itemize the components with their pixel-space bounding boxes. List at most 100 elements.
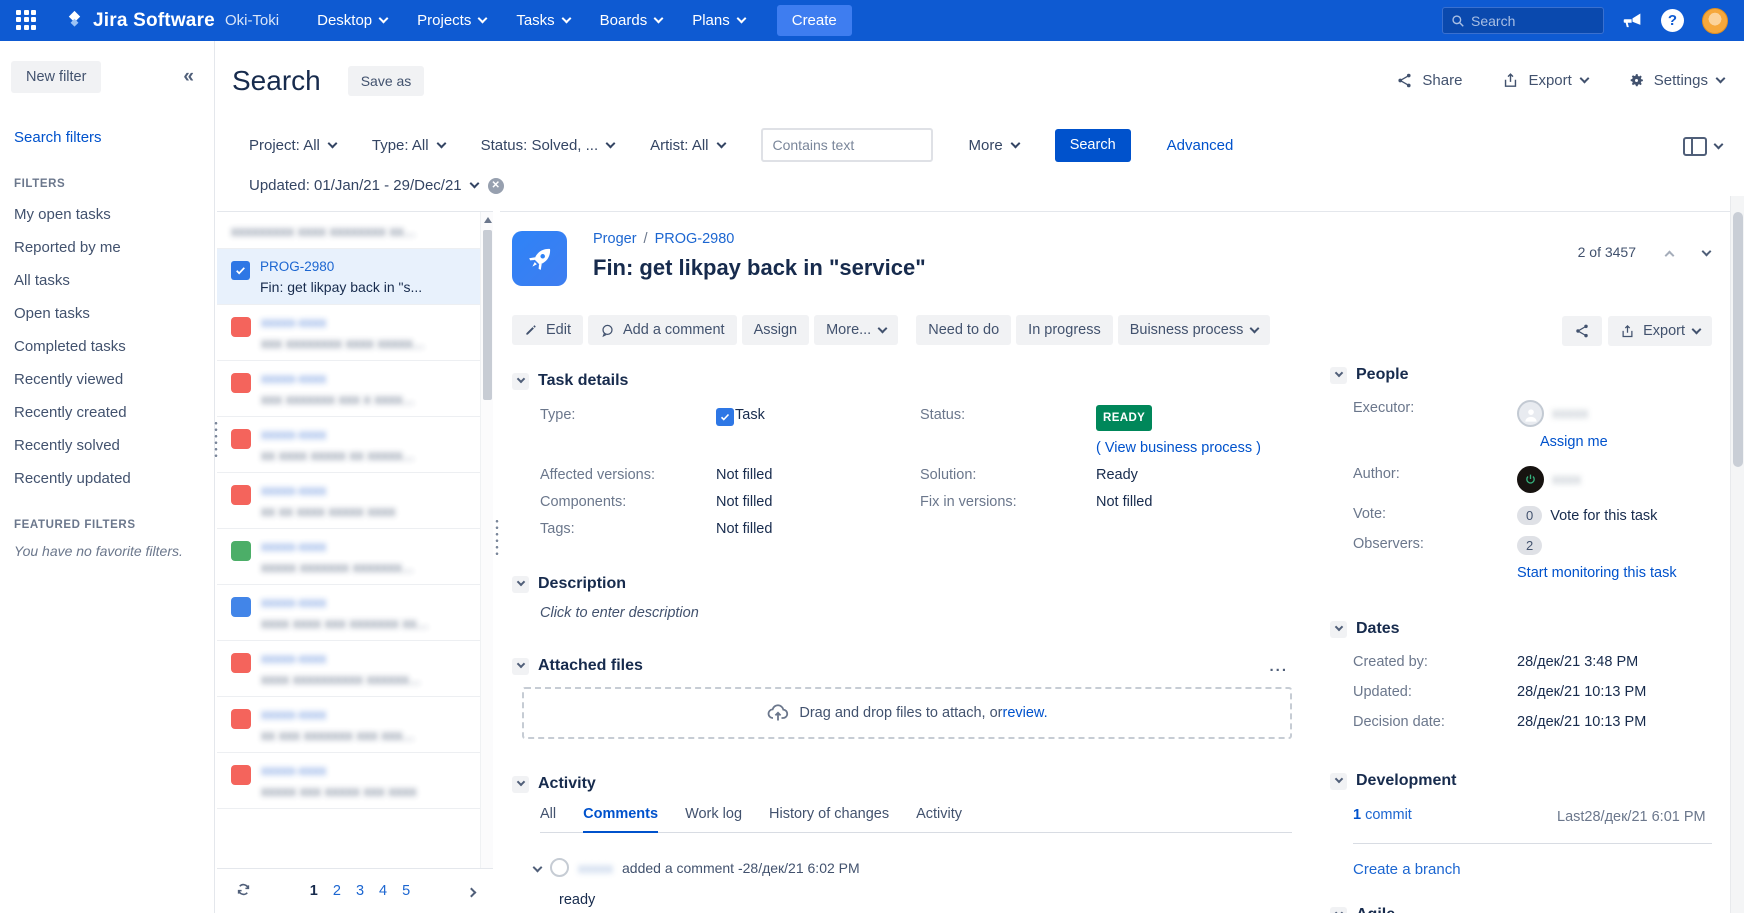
executor-name-redacted[interactable]: xxxxx <box>1552 406 1588 422</box>
create-branch-link[interactable]: Create a branch <box>1353 861 1712 878</box>
sidebar-item-completed-tasks[interactable]: Completed tasks <box>14 338 200 355</box>
description-placeholder[interactable]: Click to enter description <box>540 605 1302 621</box>
sidebar-item-recently-created[interactable]: Recently created <box>14 404 200 421</box>
jira-logo[interactable]: Jira Software Oki-Toki <box>64 10 279 32</box>
vote-action[interactable]: Vote for this task <box>1550 508 1657 524</box>
list-item[interactable]: xxxxx-xxxxxxxx xxxx xxx xxxxxxx xx... <box>217 585 493 641</box>
comment-author-redacted[interactable]: xxxxx <box>578 860 613 876</box>
announcements-icon[interactable] <box>1622 10 1643 31</box>
collapse-section-icon[interactable] <box>512 658 529 675</box>
sidebar-item-my-open-tasks[interactable]: My open tasks <box>14 206 200 223</box>
project-filter-dropdown[interactable]: Project: All <box>249 137 336 154</box>
export-button[interactable]: Export <box>1502 72 1587 89</box>
author-avatar[interactable] <box>1517 466 1544 493</box>
tab-all[interactable]: All <box>540 806 556 822</box>
more-actions-dropdown[interactable]: More... <box>814 315 898 345</box>
status-filter-dropdown[interactable]: Status: Solved, ... <box>481 137 615 154</box>
nav-menu-projects[interactable]: Projects <box>417 12 486 29</box>
new-filter-button[interactable]: New filter <box>11 61 101 93</box>
sidebar-resize-handle[interactable] <box>214 420 218 458</box>
refresh-icon[interactable] <box>235 881 252 901</box>
artist-filter-dropdown[interactable]: Artist: All <box>650 137 724 154</box>
type-filter-dropdown[interactable]: Type: All <box>372 137 445 154</box>
share-button[interactable]: Share <box>1396 72 1462 89</box>
create-button[interactable]: Create <box>777 5 852 36</box>
sidebar-item-recently-solved[interactable]: Recently solved <box>14 437 200 454</box>
view-layout-switcher[interactable] <box>1683 137 1722 156</box>
scroll-up-arrow-icon[interactable] <box>484 217 492 223</box>
global-search-input[interactable] <box>1471 13 1581 29</box>
page-link-3[interactable]: 3 <box>356 883 364 899</box>
transition-need-to-do-button[interactable]: Need to do <box>916 315 1011 345</box>
save-as-button[interactable]: Save as <box>348 66 425 96</box>
view-business-process-link[interactable]: ( View business process ) <box>1096 440 1261 456</box>
list-item[interactable]: xxxxx-xxxxxx xx xxxx xxxxx xxxx <box>217 473 493 529</box>
collapse-comment-icon[interactable] <box>534 860 541 876</box>
breadcrumb-project-link[interactable]: Proger <box>593 231 637 247</box>
nav-menu-desktop[interactable]: Desktop <box>317 12 387 29</box>
collapse-section-icon[interactable] <box>512 576 529 593</box>
list-item[interactable]: xxxxx-xxxxxxx xxxxxxxx xxxx xxxxx... <box>217 305 493 361</box>
selected-checkbox-icon[interactable] <box>231 261 250 280</box>
attachment-dropzone[interactable]: Drag and drop files to attach, orreview. <box>522 687 1292 739</box>
collapse-section-icon[interactable] <box>512 776 529 793</box>
list-item[interactable]: xxxxx-xxxxxxxxx xxx xxxxx xxx xxxx <box>217 753 493 809</box>
nav-menu-tasks[interactable]: Tasks <box>516 12 569 29</box>
issue-key[interactable]: PROG-2980 <box>260 259 422 274</box>
page-link-4[interactable]: 4 <box>379 883 387 899</box>
clear-updated-filter-icon[interactable]: ✕ <box>488 178 504 194</box>
list-scrollbar[interactable] <box>480 212 493 868</box>
sidebar-item-open-tasks[interactable]: Open tasks <box>14 305 200 322</box>
nav-menu-boards[interactable]: Boards <box>600 12 663 29</box>
tab-comments[interactable]: Comments <box>583 806 658 822</box>
list-item[interactable]: xxxxx-xxxxxxx xxxxxxx xxx x xxxx... <box>217 361 493 417</box>
global-search[interactable] <box>1442 7 1604 34</box>
sidebar-item-all-tasks[interactable]: All tasks <box>14 272 200 289</box>
advanced-search-link[interactable]: Advanced <box>1167 137 1234 154</box>
settings-button[interactable]: Settings <box>1628 72 1724 89</box>
list-item[interactable]: xxxxx-xxxxxxxxx xxxxxxx xxxxxxx... <box>217 529 493 585</box>
app-switcher-icon[interactable] <box>16 10 38 32</box>
start-monitoring-link[interactable]: Start monitoring this task <box>1517 563 1677 584</box>
executor-avatar[interactable] <box>1517 400 1544 427</box>
scrollbar-thumb[interactable] <box>483 230 492 400</box>
collapse-section-icon[interactable] <box>1330 621 1347 638</box>
scrollbar-thumb[interactable] <box>1733 212 1743 467</box>
assign-me-link[interactable]: Assign me <box>1540 434 1712 450</box>
list-item-partial[interactable]: xxxxxxxxx xxxx xxxxxxxx xx... <box>217 212 493 249</box>
review-link[interactable]: review. <box>1002 705 1047 721</box>
commit-link[interactable]: 1 commit <box>1353 807 1412 828</box>
list-item[interactable]: xxxxx-xxxxxx xxx xxxxxxx xxx xxx... <box>217 697 493 753</box>
attachments-overflow-icon[interactable]: ... <box>1269 658 1288 675</box>
user-avatar[interactable] <box>1702 8 1728 34</box>
tab-history-of-changes[interactable]: History of changes <box>769 806 889 822</box>
next-page-icon[interactable] <box>468 884 475 899</box>
sidebar-item-reported-by-me[interactable]: Reported by me <box>14 239 200 256</box>
tab-work-log[interactable]: Work log <box>685 806 742 822</box>
search-submit-button[interactable]: Search <box>1055 129 1131 162</box>
updated-filter-chip[interactable]: Updated: 01/Jan/21 - 29/Dec/21 <box>249 177 478 194</box>
list-item-selected[interactable]: PROG-2980Fin: get likpay back in "s... <box>217 249 493 305</box>
sidebar-search-filters-link[interactable]: Search filters <box>14 129 200 146</box>
sidebar-item-recently-viewed[interactable]: Recently viewed <box>14 371 200 388</box>
nav-menu-plans[interactable]: Plans <box>692 12 745 29</box>
business-process-dropdown[interactable]: Buisness process <box>1118 315 1271 345</box>
list-resize-handle[interactable] <box>495 518 499 556</box>
edit-button[interactable]: Edit <box>512 315 583 345</box>
collapse-section-icon[interactable] <box>1330 367 1347 384</box>
transition-in-progress-button[interactable]: In progress <box>1016 315 1113 345</box>
sidebar-item-recently-updated[interactable]: Recently updated <box>14 470 200 487</box>
tab-activity[interactable]: Activity <box>916 806 962 822</box>
page-link-5[interactable]: 5 <box>402 883 410 899</box>
assign-button[interactable]: Assign <box>742 315 810 345</box>
collapse-section-icon[interactable] <box>1330 773 1347 790</box>
collapse-section-icon[interactable] <box>1330 907 1347 913</box>
more-filters-dropdown[interactable]: More <box>969 137 1019 154</box>
page-scrollbar[interactable] <box>1730 196 1744 913</box>
help-icon[interactable]: ? <box>1661 9 1684 32</box>
collapse-section-icon[interactable] <box>512 373 529 390</box>
add-comment-button[interactable]: Add a comment <box>588 315 737 345</box>
list-item[interactable]: xxxxx-xxxxxx xxxx xxxxx xx xxxxx... <box>217 417 493 473</box>
breadcrumb-issue-key-link[interactable]: PROG-2980 <box>655 231 735 247</box>
list-item[interactable]: xxxxx-xxxxxxxx xxxxxxxxxx xxxxxx... <box>217 641 493 697</box>
